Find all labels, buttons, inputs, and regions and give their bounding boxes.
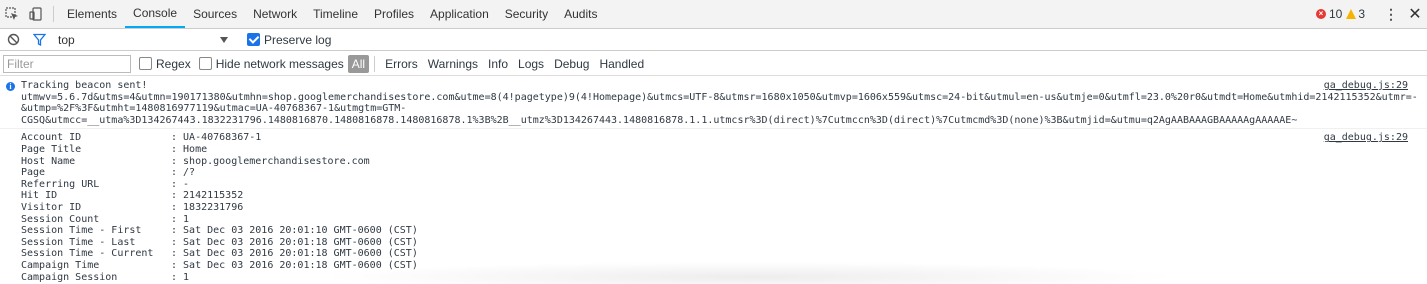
context-value: top — [58, 32, 75, 47]
detail-row: Session Time - Current : Sat Dec 03 2016 … — [21, 248, 1427, 260]
level-debug[interactable]: Debug — [551, 55, 592, 73]
console-message-beacon: i ga_debug.js:29 Tracking beacon sent! u… — [0, 77, 1427, 130]
info-icon: i — [6, 82, 15, 91]
detail-key: Page Title — [21, 143, 82, 155]
tab-security[interactable]: Security — [497, 0, 556, 28]
console-message-hit-details: ga_debug.js:29 Account ID : UA-40768367-1… — [0, 129, 1427, 284]
detail-key: Campaign Session — [21, 271, 118, 283]
tab-console[interactable]: Console — [125, 0, 186, 28]
detail-row: Campaign Time : Sat Dec 03 2016 20:01:18 … — [21, 260, 1427, 272]
detail-value: : Sat Dec 03 2016 20:01:18 GMT-0600 (CST… — [171, 236, 418, 248]
detail-value: : 2142115352 — [171, 190, 244, 202]
source-link[interactable]: ga_debug.js:29 — [1324, 80, 1408, 92]
detail-value: : shop.googlemerchandisestore.com — [171, 155, 370, 167]
filter-icon[interactable] — [26, 33, 52, 46]
level-handled[interactable]: Handled — [596, 55, 647, 73]
detail-key: Visitor ID — [21, 201, 82, 213]
detail-value: : Home — [171, 143, 208, 155]
detail-row: Referring URL : - — [21, 179, 1427, 191]
context-selector[interactable]: top — [52, 33, 232, 47]
tab-sources[interactable]: Sources — [185, 0, 245, 28]
device-toolbar-icon[interactable] — [24, 0, 48, 28]
tab-audits[interactable]: Audits — [556, 0, 605, 28]
more-options-icon[interactable]: ⋮ — [1379, 6, 1403, 23]
warning-count: 3 — [1358, 7, 1365, 21]
devtools-tabbar: Elements Console Sources Network Timelin… — [0, 0, 1427, 29]
console-filter-bar: Regex Hide network messages All Errors W… — [0, 52, 1427, 76]
toolbar-right: × 10 3 ⋮ ✕ — [1315, 0, 1427, 28]
level-info[interactable]: Info — [485, 55, 511, 73]
detail-key: Host Name — [21, 155, 76, 167]
console-messages: i ga_debug.js:29 Tracking beacon sent! u… — [0, 77, 1427, 284]
detail-row: Hit ID : 2142115352 — [21, 190, 1427, 202]
detail-row: Page : /? — [21, 167, 1427, 179]
detail-value: : Sat Dec 03 2016 20:01:10 GMT-0600 (CST… — [171, 225, 418, 237]
detail-row: Session Time - Last : Sat Dec 03 2016 20:… — [21, 237, 1427, 249]
preserve-log-checkbox[interactable] — [247, 33, 260, 46]
detail-row: Page Title : Home — [21, 144, 1427, 156]
detail-value: : /? — [171, 167, 196, 179]
tab-network[interactable]: Network — [245, 0, 305, 28]
detail-row: Host Name : shop.googlemerchandisestore.c… — [21, 156, 1427, 168]
clear-console-icon[interactable] — [0, 33, 26, 46]
error-count: 10 — [1328, 7, 1343, 21]
inspect-element-icon[interactable] — [0, 0, 24, 28]
tab-timeline[interactable]: Timeline — [305, 0, 366, 28]
toolbar-divider — [53, 6, 54, 22]
error-icon: × — [1315, 9, 1326, 19]
level-all[interactable]: All — [347, 54, 370, 73]
level-errors[interactable]: Errors — [382, 55, 421, 73]
message-line: utmwv=5.6.7d&utms=4&utmn=190171380&utmhn… — [21, 91, 1418, 103]
detail-value: : Sat Dec 03 2016 20:01:18 GMT-0600 (CST… — [171, 248, 418, 260]
detail-key: Hit ID — [21, 190, 58, 202]
source-link[interactable]: ga_debug.js:29 — [1324, 132, 1408, 144]
chevron-down-icon — [220, 36, 228, 43]
detail-key: Session Time - Last — [21, 236, 136, 248]
preserve-log-label: Preserve log — [264, 32, 332, 47]
console-context-bar: top Preserve log — [0, 29, 1427, 51]
detail-key: Campaign Time — [21, 259, 100, 271]
tab-elements[interactable]: Elements — [59, 0, 125, 28]
level-divider — [374, 55, 376, 72]
hide-network-label: Hide network messages — [215, 56, 344, 71]
detail-key: Session Count — [21, 213, 100, 225]
detail-row: Session Count : 1 — [21, 214, 1427, 226]
message-line: Tracking beacon sent! — [21, 80, 148, 91]
detail-row: Session Time - First : Sat Dec 03 2016 20… — [21, 225, 1427, 237]
detail-value: : - — [171, 178, 190, 190]
detail-key: Session Time - First — [21, 225, 142, 237]
message-line: CGSQ&utmcc=__utma%3D134267443.1832231796… — [21, 114, 1298, 126]
detail-key: Account ID — [21, 132, 82, 144]
warning-icon — [1346, 9, 1357, 19]
detail-row: Account ID : UA-40768367-1 — [21, 132, 1427, 144]
regex-option[interactable]: Regex — [139, 57, 191, 71]
hide-network-option[interactable]: Hide network messages — [198, 56, 344, 71]
hide-network-checkbox[interactable] — [198, 57, 212, 70]
level-warnings[interactable]: Warnings — [425, 55, 481, 73]
detail-key: Page — [21, 167, 46, 179]
detail-value: : 1832231796 — [171, 201, 244, 213]
detail-key: Referring URL — [21, 178, 100, 190]
detail-value: : Sat Dec 03 2016 20:01:18 GMT-0600 (CST… — [171, 259, 418, 271]
regex-checkbox[interactable] — [139, 57, 152, 70]
message-line: &utmp=%2F%3F&utmht=1480816977119&utmac=U… — [21, 103, 407, 115]
detail-value: : 1 — [171, 271, 190, 283]
detail-row: Visitor ID : 1832231796 — [21, 202, 1427, 214]
tab-application[interactable]: Application — [422, 0, 497, 28]
filter-input[interactable] — [3, 54, 131, 73]
issues-counter[interactable]: × 10 3 — [1315, 7, 1365, 21]
preserve-log-option[interactable]: Preserve log — [247, 33, 331, 47]
regex-label: Regex — [156, 56, 191, 71]
detail-key: Session Time - Current — [21, 248, 154, 260]
detail-row: Campaign Session : 1 — [21, 272, 1427, 284]
level-logs[interactable]: Logs — [515, 55, 547, 73]
detail-value: : 1 — [171, 213, 190, 225]
detail-value: : UA-40768367-1 — [171, 132, 262, 144]
tab-profiles[interactable]: Profiles — [366, 0, 422, 28]
close-devtools-icon[interactable]: ✕ — [1403, 4, 1427, 24]
